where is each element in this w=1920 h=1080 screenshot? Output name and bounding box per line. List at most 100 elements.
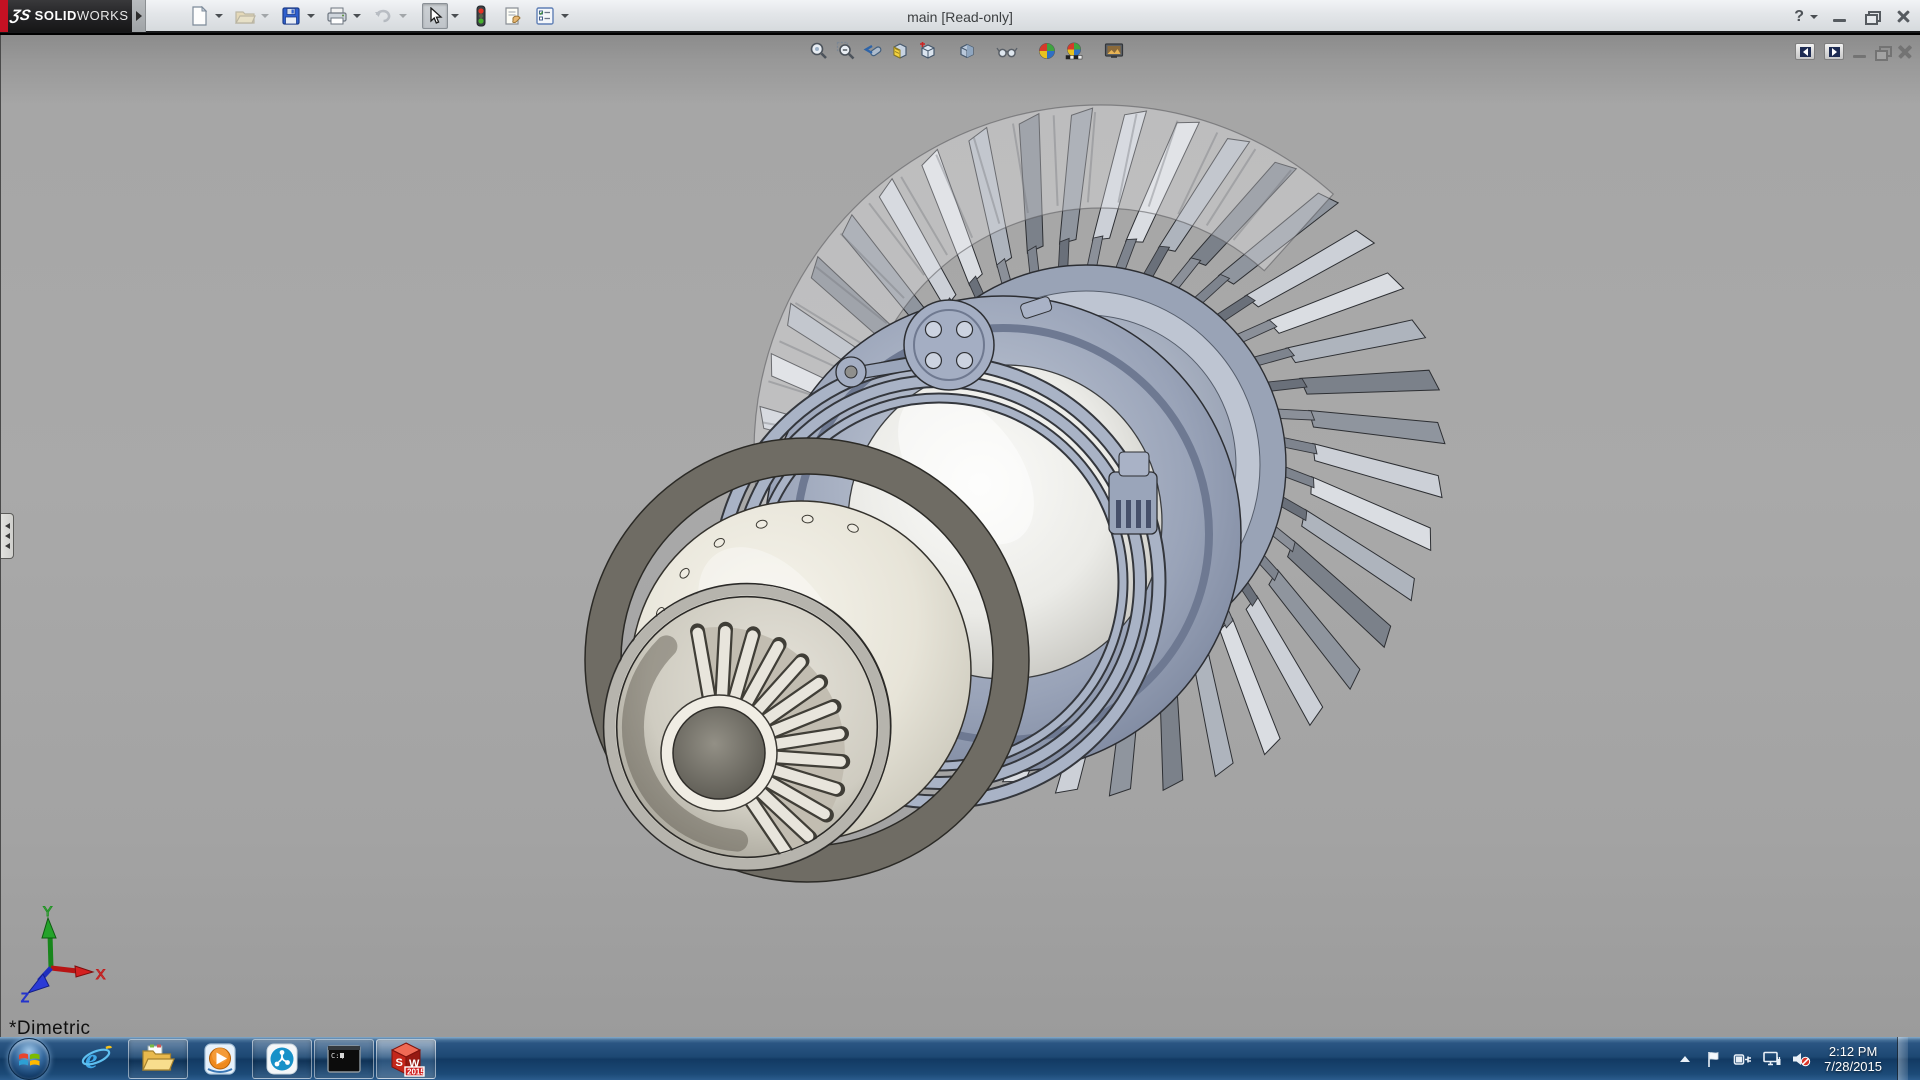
- pane-left-arrow-icon: [1802, 47, 1808, 56]
- clock-date: 7/28/2015: [1824, 1058, 1882, 1074]
- close-button[interactable]: [1892, 7, 1914, 27]
- save-button[interactable]: [278, 3, 304, 29]
- svg-text:Y: Y: [43, 903, 53, 919]
- hide-show-items-icon: [996, 47, 1018, 58]
- share-app-icon: [266, 1043, 298, 1074]
- rebuild-stoplight-icon: [476, 5, 486, 26]
- help-button[interactable]: ?: [1794, 8, 1804, 26]
- options-dropdown[interactable]: [558, 3, 572, 29]
- network-display-icon[interactable]: [1762, 1049, 1782, 1069]
- undo-dropdown[interactable]: [396, 3, 410, 29]
- taskbar-solidworks[interactable]: S W 2015: [376, 1038, 436, 1079]
- options-icon: [536, 6, 554, 25]
- taskbar-windows-media-player[interactable]: [190, 1039, 250, 1079]
- solidworks-logo[interactable]: ƷS SOLIDWORKS: [8, 0, 132, 32]
- previous-view-icon: [863, 44, 882, 57]
- select-tool-dropdown[interactable]: [448, 3, 462, 29]
- edit-appearance-button[interactable]: [1035, 39, 1059, 63]
- brand-red-stripe: [0, 0, 8, 32]
- windows-flag-icon: [19, 1052, 40, 1066]
- svg-text:S: S: [396, 1057, 403, 1069]
- title-bar: ƷS SOLIDWORKS main [Read-only] ?: [0, 0, 1920, 33]
- view-orientation-button[interactable]: [915, 39, 939, 63]
- show-desktop-button[interactable]: [1897, 1037, 1908, 1080]
- svg-text:e: e: [85, 1044, 97, 1075]
- new-document-dropdown[interactable]: [212, 3, 226, 29]
- print-button[interactable]: [324, 3, 350, 29]
- taskbar-clock[interactable]: 2:12 PM 7/28/2015: [1824, 1044, 1882, 1074]
- document-restore-button[interactable]: [1875, 45, 1892, 61]
- print-dropdown[interactable]: [350, 3, 364, 29]
- section-view-button[interactable]: [888, 39, 912, 63]
- view-orientation-icon: [920, 42, 935, 59]
- collapse-arrow-icon: [4, 533, 10, 539]
- folder-icon: [142, 1044, 175, 1071]
- media-player-icon: [204, 1042, 236, 1075]
- svg-text:2015: 2015: [407, 1067, 425, 1076]
- svg-text:X: X: [96, 966, 106, 982]
- system-tray: 2:12 PM 7/28/2015: [1675, 1037, 1908, 1080]
- select-cursor-icon: [430, 6, 443, 24]
- flyout-arrow-icon: [135, 10, 142, 21]
- orientation-triad: Y X Z: [21, 903, 107, 1006]
- file-properties-button[interactable]: [500, 3, 526, 29]
- menu-flyout-button[interactable]: [132, 0, 146, 32]
- save-icon: [282, 6, 300, 25]
- apply-scene-icon: [1065, 42, 1083, 60]
- window-controls: ?: [1794, 0, 1914, 33]
- print-icon: [327, 7, 347, 24]
- new-document-button[interactable]: [186, 3, 212, 29]
- taskbar-internet-explorer[interactable]: e: [66, 1039, 126, 1079]
- view-settings-icon: [1104, 43, 1124, 58]
- taskbar-share-app[interactable]: [252, 1038, 312, 1079]
- previous-pane-button[interactable]: [1795, 43, 1815, 60]
- action-center-flag-icon[interactable]: [1704, 1049, 1724, 1069]
- show-hidden-icons-button[interactable]: [1675, 1049, 1695, 1069]
- view-orientation-label: *Dimetric: [9, 1018, 91, 1037]
- open-document-button[interactable]: [232, 3, 258, 29]
- options-button[interactable]: [532, 3, 558, 29]
- section-view-icon: [893, 43, 907, 59]
- zoom-to-fit-button[interactable]: [807, 39, 831, 63]
- document-window-controls: [1795, 43, 1912, 61]
- save-dropdown[interactable]: [304, 3, 318, 29]
- file-properties-icon: [505, 6, 521, 25]
- taskbar-command-prompt[interactable]: C:\: [314, 1038, 374, 1079]
- svg-text:Z: Z: [21, 990, 29, 1005]
- new-document-icon: [192, 5, 208, 26]
- hide-show-items-button[interactable]: [995, 39, 1019, 63]
- view-settings-button[interactable]: [1102, 39, 1126, 63]
- windows-taskbar: e C:\ S W 2015 2:12 PM 7/28/2015: [0, 1037, 1920, 1080]
- display-style-icon: [960, 43, 974, 59]
- start-button[interactable]: [8, 1037, 50, 1080]
- dassault-3ds-glyph: ƷS: [9, 7, 33, 24]
- zoom-to-area-button[interactable]: [834, 39, 858, 63]
- display-style-button[interactable]: [955, 39, 979, 63]
- edit-appearance-icon: [1039, 43, 1055, 59]
- open-document-icon: [234, 10, 256, 24]
- help-dropdown[interactable]: [1810, 14, 1818, 19]
- rebuild-stoplight-button[interactable]: [468, 3, 494, 29]
- solidworks-window: ƷS SOLIDWORKS main [Read-only] ? Y X Z *…: [0, 0, 1920, 1080]
- document-minimize-button[interactable]: [1853, 46, 1866, 58]
- jet-engine-model[interactable]: Y X Z: [1, 35, 1920, 1037]
- document-close-button[interactable]: [1898, 45, 1912, 59]
- select-tool-button[interactable]: [422, 2, 448, 29]
- quick-access-toolbar: [186, 0, 578, 32]
- previous-view-button[interactable]: [861, 39, 885, 63]
- minimize-button[interactable]: [1828, 7, 1850, 27]
- undo-button[interactable]: [370, 3, 396, 29]
- internet-explorer-icon: e: [81, 1044, 113, 1075]
- restore-button[interactable]: [1860, 7, 1882, 27]
- next-pane-button[interactable]: [1824, 43, 1844, 60]
- pane-right-arrow-icon: [1831, 47, 1837, 56]
- zoom-to-area-icon: [836, 41, 855, 60]
- volume-muted-icon[interactable]: [1791, 1049, 1811, 1069]
- apply-scene-button[interactable]: [1062, 39, 1086, 63]
- feature-panel-collapse-tab[interactable]: [1, 513, 14, 559]
- undo-icon: [375, 9, 391, 22]
- taskbar-windows-explorer[interactable]: [128, 1038, 188, 1079]
- open-document-dropdown[interactable]: [258, 3, 272, 29]
- graphics-viewport[interactable]: Y X Z *Dimetric: [0, 35, 1920, 1037]
- power-plug-icon[interactable]: [1733, 1049, 1753, 1069]
